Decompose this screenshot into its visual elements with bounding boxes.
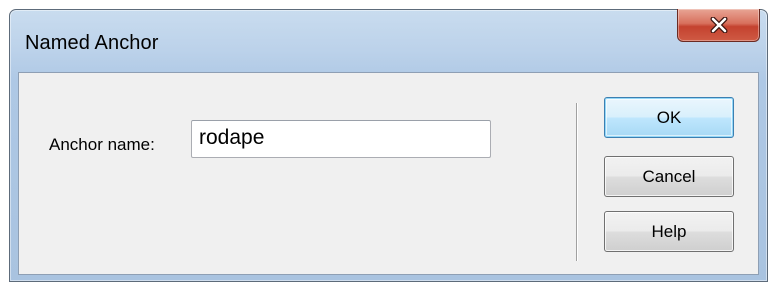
close-x-icon <box>710 17 728 33</box>
anchor-name-input[interactable] <box>191 120 491 158</box>
ok-button[interactable]: OK <box>604 97 734 138</box>
cancel-button[interactable]: Cancel <box>604 156 734 197</box>
help-button[interactable]: Help <box>604 211 734 252</box>
title-bar[interactable]: Named Anchor <box>10 9 767 72</box>
named-anchor-dialog: Named Anchor Anchor name: OK Cancel Help <box>9 9 768 282</box>
anchor-name-label: Anchor name: <box>49 135 155 154</box>
close-button[interactable] <box>677 9 760 42</box>
dialog-title: Named Anchor <box>25 32 159 54</box>
vertical-divider <box>576 103 578 261</box>
dialog-body: Anchor name: OK Cancel Help <box>18 72 759 275</box>
